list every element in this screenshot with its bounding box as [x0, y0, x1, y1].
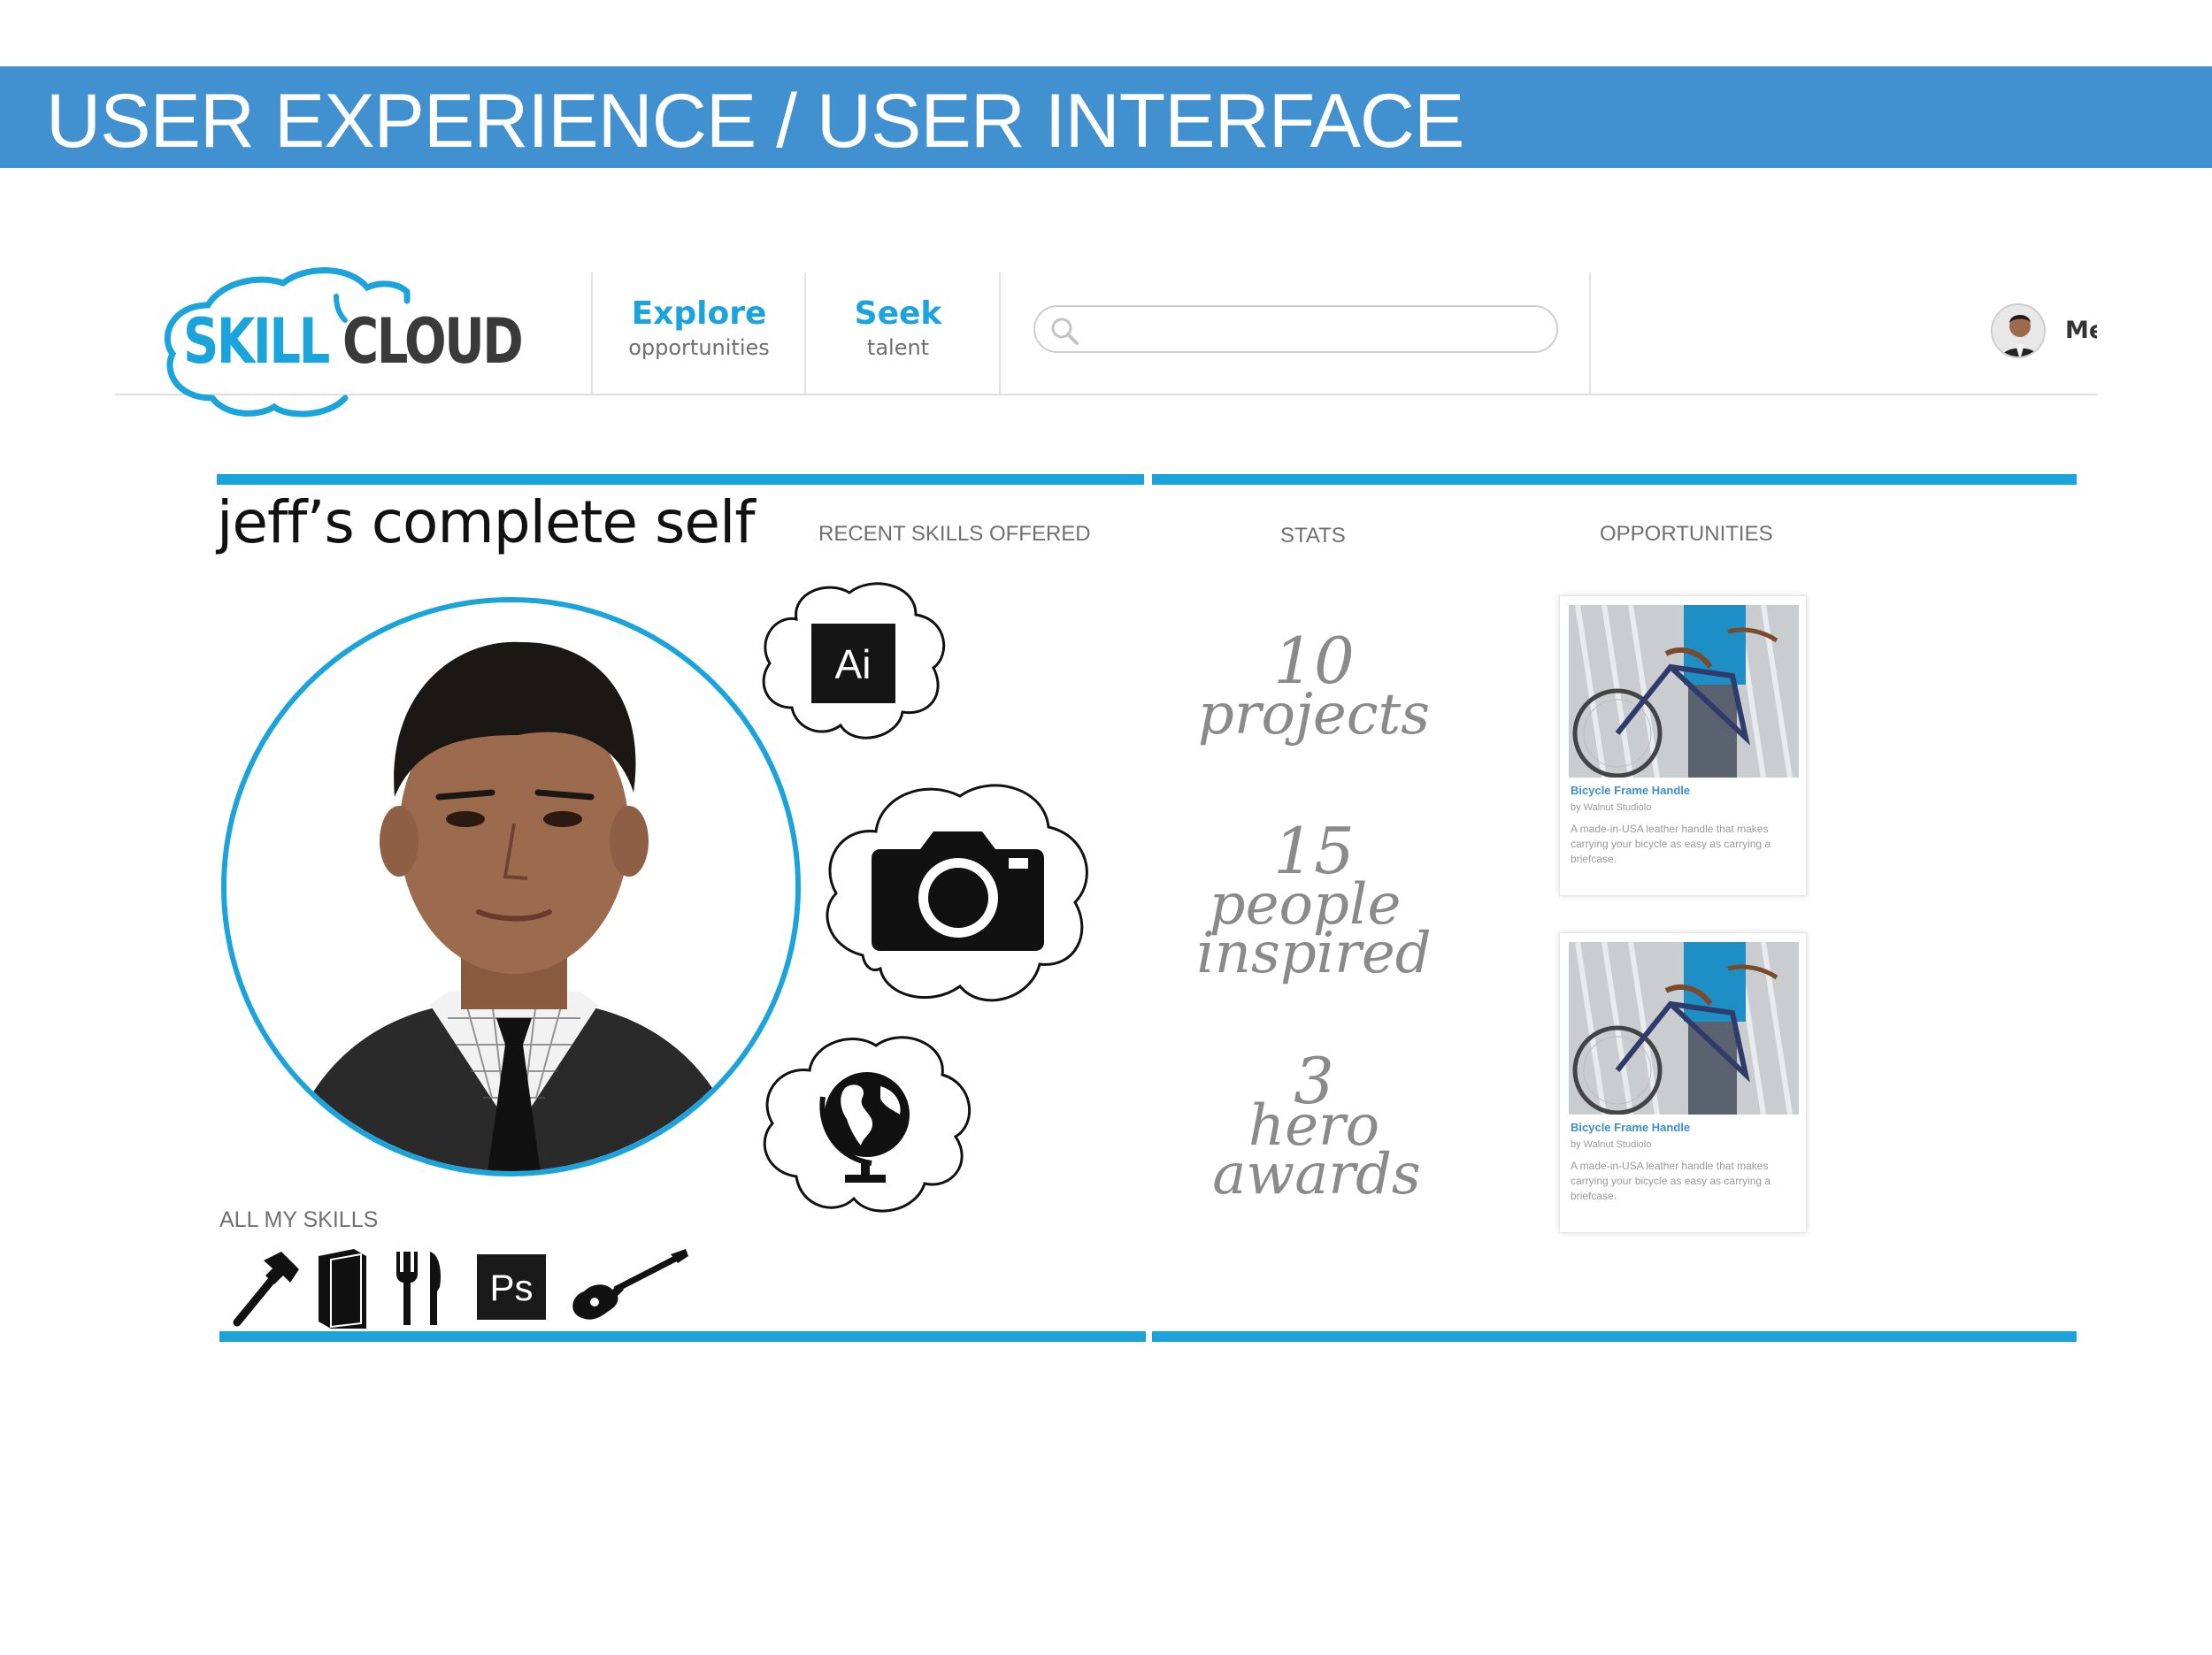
logo-text-skill: SKILL — [183, 305, 330, 378]
nav-explore[interactable]: Explore opportunities — [619, 296, 779, 360]
opportunity-image — [1569, 605, 1799, 778]
stat-people-text-2: inspired — [1196, 921, 1432, 986]
stats-label: STATS — [1280, 524, 1346, 548]
nav-divider — [591, 272, 593, 395]
nav-seek[interactable]: Seek talent — [832, 296, 964, 360]
section-divider — [217, 474, 1144, 485]
search-box[interactable] — [1033, 305, 1558, 353]
bicycle-photo-icon — [1569, 605, 1799, 778]
recent-skill-travel[interactable] — [757, 1026, 978, 1225]
recent-skills-label: RECENT SKILLS OFFERED — [818, 522, 1091, 546]
ai-text: Ai — [835, 641, 872, 687]
nav-explore-sublabel: opportunities — [628, 334, 770, 360]
nav-divider — [1589, 272, 1591, 395]
opportunity-title[interactable]: Bicycle Frame Handle — [1571, 784, 1690, 797]
hammer-icon[interactable] — [228, 1247, 303, 1327]
opportunity-author: by Walnut Studiolo — [1571, 802, 1652, 813]
section-divider — [219, 1331, 1146, 1342]
recent-skill-photography[interactable] — [818, 770, 1097, 1022]
section-divider — [1152, 474, 2077, 485]
opportunity-description: A made-in-USA leather handle that makes … — [1571, 1160, 1771, 1202]
recent-skill-illustrator[interactable]: Ai — [757, 575, 951, 752]
all-skills-label: ALL MY SKILLS — [219, 1207, 379, 1232]
nav-seek-label: Seek — [854, 295, 942, 332]
nav-divider — [804, 272, 806, 395]
opportunity-description: A made-in-USA leather handle that makes … — [1571, 823, 1771, 865]
person-portrait-icon — [227, 602, 795, 1171]
opportunity-author: by Walnut Studiolo — [1571, 1139, 1652, 1150]
profile-photo — [221, 597, 801, 1176]
profile-title: jeff’s complete self — [217, 488, 756, 556]
ps-text: Ps — [489, 1267, 533, 1308]
opportunities-label: OPPORTUNITIES — [1600, 522, 1773, 546]
section-divider — [1152, 1331, 2077, 1342]
camera-icon — [826, 784, 1088, 1002]
skillcloud-logo[interactable]: SKILL CLOUD — [159, 265, 531, 425]
fork-knife-icon[interactable] — [391, 1247, 449, 1327]
nav-seek-sublabel: talent — [866, 334, 930, 360]
nav-divider — [999, 272, 1001, 395]
guitar-icon[interactable] — [566, 1247, 690, 1322]
opportunity-image — [1569, 942, 1799, 1115]
user-menu-label[interactable]: Me — [2065, 317, 2097, 344]
opportunity-card[interactable]: Bicycle Frame Handle by Walnut Studiolo … — [1559, 932, 1807, 1233]
user-avatar[interactable] — [1991, 303, 2046, 358]
search-input[interactable] — [1087, 314, 1538, 346]
globe-icon — [763, 1036, 971, 1213]
opportunity-card[interactable]: Bicycle Frame Handle by Walnut Studiolo … — [1559, 595, 1807, 896]
stat-projects-text: projects — [1197, 682, 1431, 747]
slide-title: USER EXPERIENCE / USER INTERFACE — [46, 79, 1464, 164]
illustrator-icon: Ai — [762, 582, 946, 739]
nav-explore-label: Explore — [631, 295, 767, 332]
stat-awards-text-2: awards — [1212, 1142, 1421, 1207]
search-icon — [1051, 318, 1079, 345]
book-icon[interactable] — [311, 1247, 373, 1331]
bicycle-photo-icon — [1569, 942, 1799, 1115]
opportunity-title[interactable]: Bicycle Frame Handle — [1571, 1121, 1690, 1134]
photoshop-icon[interactable]: Ps — [475, 1247, 550, 1322]
logo-text-cloud: CLOUD — [342, 305, 524, 378]
